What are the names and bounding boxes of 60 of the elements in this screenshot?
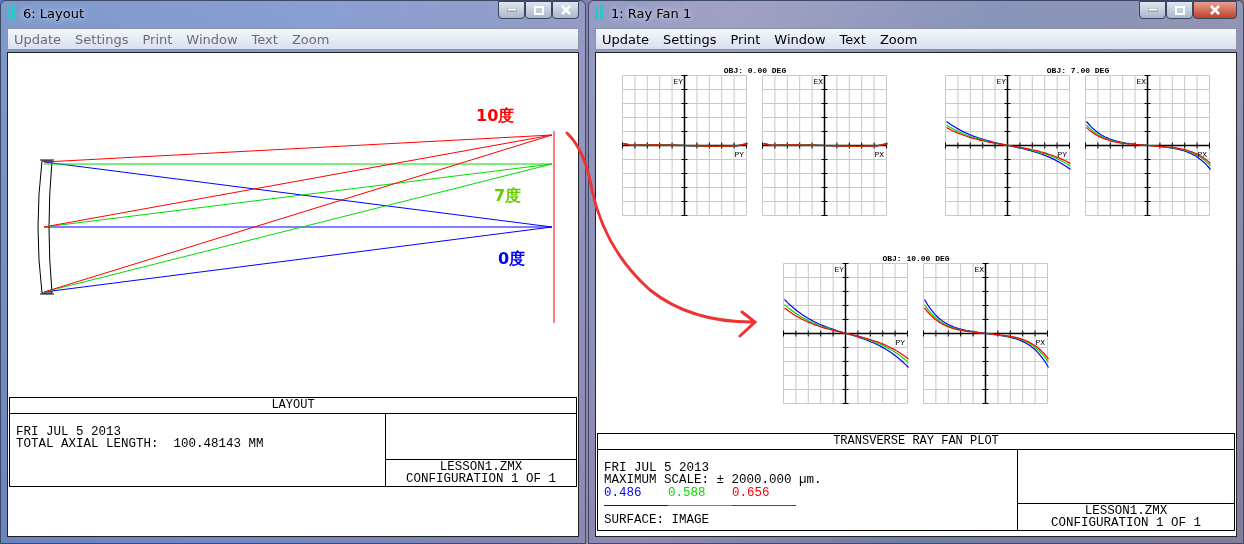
axis-label: PX [1197,149,1208,159]
axis-label: PX [874,149,885,159]
file-name: LESSON1.ZMX [439,461,523,473]
axis-label: EY [673,76,684,86]
info-text: FRI JUL 5 2013 [604,462,711,474]
maximize-icon [533,5,544,15]
configuration-text: CONFIGURATION 1 OF 1 [1051,517,1201,529]
maximize-icon [1174,5,1185,15]
window-title: 6: Layout [23,5,85,21]
angle-label: 10度 [476,106,515,127]
close-button[interactable] [1193,1,1237,19]
close-icon [560,5,571,15]
axis-label: PY [734,149,745,159]
menu-item[interactable]: Print [730,31,761,47]
menu-item[interactable]: Settings [75,31,129,47]
minimize-button[interactable] [1139,1,1166,19]
axis-label: EY [834,264,845,274]
axis-label: PY [895,337,906,347]
angle-label: 0度 [498,249,526,270]
axis-label: EY [996,76,1007,86]
info-text: MAXIMUM SCALE: ± 2000.000 µm. [604,474,823,486]
wavelength-label: 0.656 [732,487,771,499]
menu-item[interactable]: Window [186,31,238,47]
menu-item[interactable]: Update [602,31,650,47]
menu-item[interactable]: Text [839,31,866,47]
angle-label: 7度 [494,186,522,207]
app-icon [595,6,603,20]
configuration-text: CONFIGURATION 1 OF 1 [406,473,556,485]
info-text: FRI JUL 5 2013 [16,426,122,438]
axis-label: PY [1057,149,1068,159]
axis-label: EX [974,264,985,274]
minimize-button[interactable] [498,1,525,19]
menu-item[interactable]: Print [142,31,173,47]
maximize-button[interactable] [1166,1,1193,19]
wavelength-label: 0.588 [668,487,707,499]
close-button[interactable] [552,1,579,19]
minimize-icon [1147,8,1158,12]
window-title: 1: Ray Fan 1 [611,5,693,21]
minimize-icon [506,8,517,12]
menu-item[interactable]: Text [251,31,278,47]
app-icon [7,6,15,20]
plot-title: LAYOUT [10,398,576,414]
close-icon [1210,5,1220,15]
axis-label: PX [1035,337,1046,347]
field-title: OBJ: 7.00 DEG [1046,66,1110,75]
info-text: TOTAL AXIAL LENGTH: 100.48143 MM [16,438,265,450]
field-title: OBJ: 10.00 DEG [882,254,950,263]
plot-title: TRANSVERSE RAY FAN PLOT [598,434,1234,450]
surface-text: SURFACE: IMAGE [604,514,711,526]
file-name: LESSON1.ZMX [1084,505,1168,517]
menu-item[interactable]: Zoom [879,31,918,47]
field-title: OBJ: 0.00 DEG [723,66,787,75]
axis-label: EX [1136,76,1147,86]
menu-item[interactable]: Window [774,31,826,47]
axis-label: EX [813,76,824,86]
menu-item[interactable]: Settings [663,31,717,47]
menu-item[interactable]: Update [14,31,62,47]
maximize-button[interactable] [525,1,552,19]
menu-item[interactable]: Zoom [291,31,330,47]
wavelength-label: 0.486 [604,487,643,499]
